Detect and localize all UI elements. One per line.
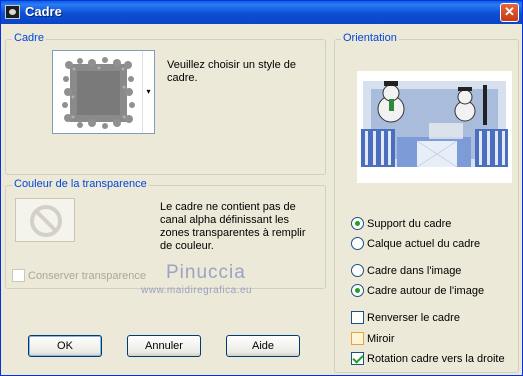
preserve-transparency-checkbox[interactable]: Conserver transparence <box>12 269 146 283</box>
transparency-color-swatch[interactable] <box>15 198 75 242</box>
transparency-group-label: Couleur de la transparence <box>12 178 149 190</box>
frame-style-preview <box>62 57 135 129</box>
radio-support-du-cadre[interactable]: Support du cadre <box>351 217 451 231</box>
radio-label: Calque actuel du cadre <box>367 238 481 250</box>
checkbox-box[interactable] <box>351 332 364 345</box>
watermark-url: www.maidiregrafica.eu <box>141 285 253 296</box>
radio-button[interactable] <box>351 284 364 297</box>
radio-cadre-autour-image[interactable]: Cadre autour de l'image <box>351 284 484 298</box>
frame-instruction-text: Veuillez choisir un style de cadre. <box>167 59 297 84</box>
ok-button[interactable]: OK <box>28 335 102 357</box>
cadre-dialog: Cadre ✕ Cadre ▾ Veuillez choisir un styl… <box>0 0 523 376</box>
radio-calque-actuel[interactable]: Calque actuel du cadre <box>351 237 480 251</box>
alpha-channel-message: Le cadre ne contient pas de canal alpha … <box>160 201 306 252</box>
radio-cadre-dans-image[interactable]: Cadre dans l'image <box>351 264 461 278</box>
radio-button[interactable] <box>351 237 364 250</box>
title-bar[interactable]: Cadre ✕ <box>1 1 522 24</box>
close-icon: ✕ <box>504 4 515 19</box>
radio-label: Cadre autour de l'image <box>367 285 485 297</box>
checkbox-label: Miroir <box>367 333 395 345</box>
checkbox-miroir[interactable]: Miroir <box>351 332 395 346</box>
checkbox-rotation-droite[interactable]: Rotation cadre vers la droite <box>351 352 505 366</box>
dropdown-arrow-icon[interactable]: ▾ <box>142 51 154 133</box>
orientation-preview-image <box>357 71 512 183</box>
cadre-group-label: Cadre <box>12 32 46 44</box>
checkbox-label: Rotation cadre vers la droite <box>367 353 505 365</box>
checkbox-box[interactable] <box>351 311 364 324</box>
no-symbol-icon <box>30 205 62 237</box>
radio-label: Support du cadre <box>367 218 452 230</box>
preserve-transparency-label: Conserver transparence <box>28 270 147 282</box>
app-icon <box>5 5 20 19</box>
checkbox-label: Renverser le cadre <box>367 312 460 324</box>
watermark-name: Pinuccia <box>166 262 246 283</box>
close-button[interactable]: ✕ <box>500 3 519 22</box>
radio-label: Cadre dans l'image <box>367 265 462 277</box>
help-button[interactable]: Aide <box>226 335 300 357</box>
orientation-group-label: Orientation <box>341 32 399 44</box>
checkbox-renverser-cadre[interactable]: Renverser le cadre <box>351 311 460 325</box>
checkbox-box[interactable] <box>12 269 25 282</box>
checkbox-box[interactable] <box>351 352 364 365</box>
preview-image <box>357 71 512 183</box>
radio-button[interactable] <box>351 264 364 277</box>
cancel-button[interactable]: Annuler <box>127 335 201 357</box>
radio-button[interactable] <box>351 217 364 230</box>
window-title: Cadre <box>25 4 62 19</box>
frame-style-selector[interactable]: ▾ <box>52 50 155 134</box>
